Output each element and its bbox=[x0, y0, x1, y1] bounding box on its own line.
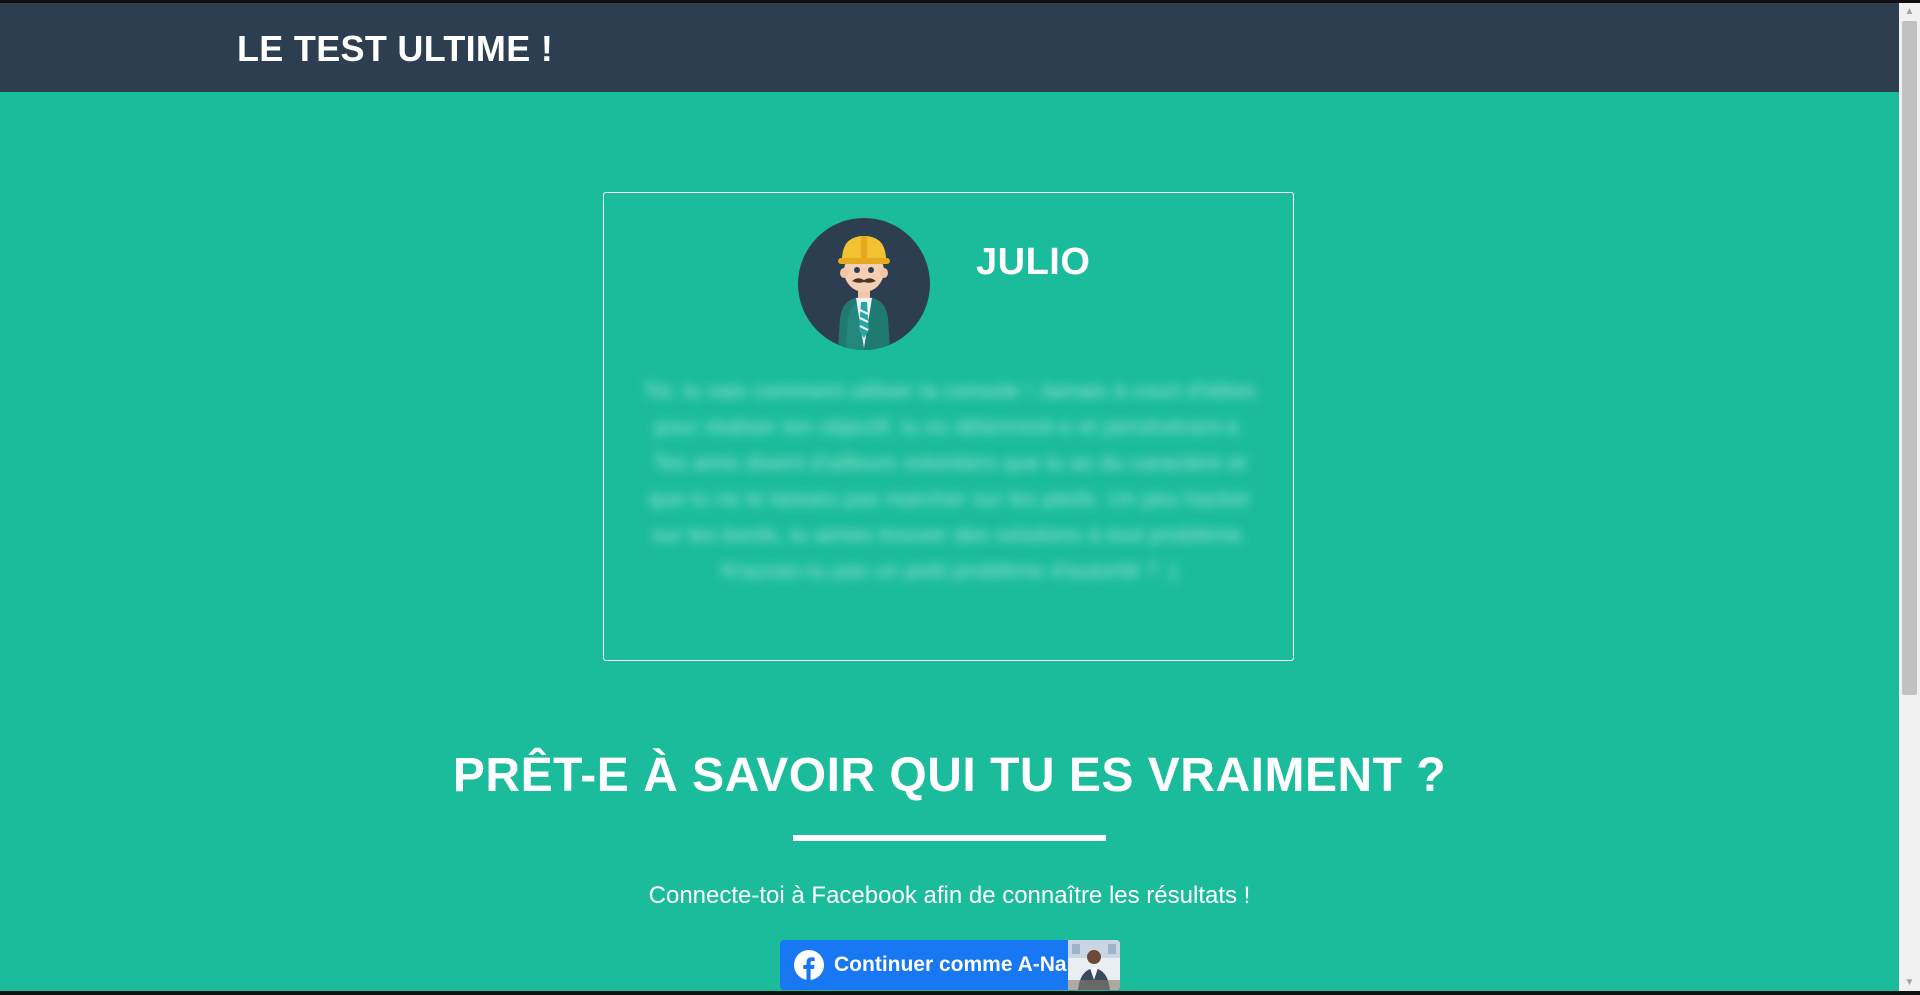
scrollbar-thumb[interactable] bbox=[1902, 21, 1917, 695]
character-description-blurred: Toi, tu sais comment utiliser ta console… bbox=[642, 378, 1257, 583]
headline-divider bbox=[793, 835, 1106, 841]
result-card: JULIO Toi, tu sais comment utiliser ta c… bbox=[603, 192, 1294, 661]
scroll-up-arrow-icon[interactable]: ▲ bbox=[1899, 3, 1920, 20]
facebook-logo-icon bbox=[794, 950, 824, 980]
scroll-down-arrow-icon[interactable]: ▼ bbox=[1899, 974, 1920, 991]
construction-worker-avatar-icon bbox=[838, 236, 890, 350]
site-title[interactable]: LE TEST ULTIME ! bbox=[237, 28, 553, 70]
character-avatar bbox=[798, 218, 930, 350]
vertical-scrollbar[interactable]: ▲ ▼ bbox=[1899, 3, 1920, 991]
facebook-button-label: Continuer comme A-Na bbox=[834, 953, 1067, 976]
user-photo-icon bbox=[1068, 940, 1120, 990]
character-name: JULIO bbox=[976, 241, 1091, 283]
login-instruction: Connecte-toi à Facebook afin de connaîtr… bbox=[648, 882, 1251, 909]
window-bottom-border bbox=[0, 991, 1920, 995]
navbar: LE TEST ULTIME ! bbox=[0, 3, 1899, 92]
cta-headline: PRÊT-E À SAVOIR QUI TU ES VRAIMENT ? bbox=[452, 749, 1447, 802]
facebook-continue-button[interactable]: Continuer comme A-Na bbox=[780, 940, 1120, 990]
